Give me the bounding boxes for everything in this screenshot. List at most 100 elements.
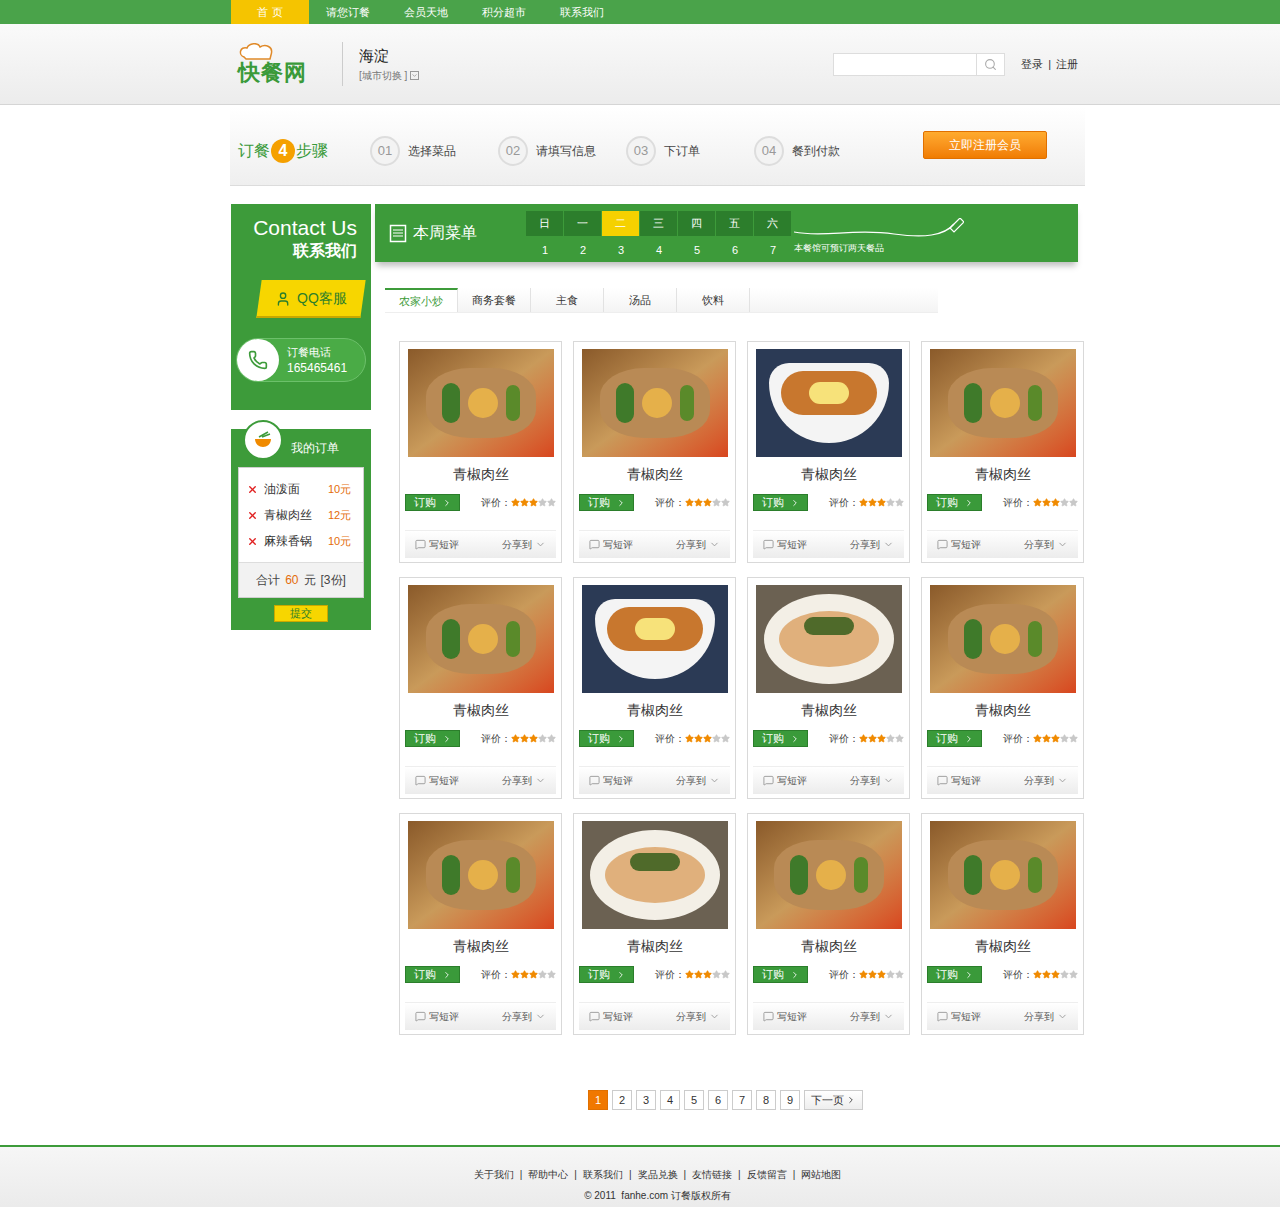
share-link[interactable]: 分享到: [1024, 773, 1068, 788]
page-button[interactable]: 7: [732, 1090, 752, 1110]
share-link[interactable]: 分享到: [502, 537, 546, 552]
nav-item[interactable]: 首 页: [231, 0, 309, 24]
footer-link[interactable]: 联系我们: [583, 1167, 623, 1182]
search-input[interactable]: [834, 54, 976, 75]
page-button[interactable]: 5: [684, 1090, 704, 1110]
category-tab[interactable]: 农家小炒: [385, 288, 458, 312]
order-button[interactable]: 订购: [753, 966, 808, 983]
nav-item[interactable]: 联系我们: [543, 0, 621, 24]
page-button[interactable]: 2: [612, 1090, 632, 1110]
share-link[interactable]: 分享到: [676, 1009, 720, 1024]
dish-name[interactable]: 青椒肉丝: [922, 701, 1083, 719]
day-tab[interactable]: 五6: [716, 211, 754, 259]
review-link[interactable]: 写短评: [415, 537, 459, 552]
day-tab[interactable]: 日1: [526, 211, 564, 259]
remove-icon[interactable]: [247, 484, 258, 495]
review-link[interactable]: 写短评: [937, 1009, 981, 1024]
logo[interactable]: 快餐网: [238, 43, 328, 85]
review-link[interactable]: 写短评: [415, 773, 459, 788]
page-button[interactable]: 9: [780, 1090, 800, 1110]
footer-link[interactable]: 友情链接: [692, 1167, 732, 1182]
order-button[interactable]: 订购: [579, 494, 634, 511]
submit-button[interactable]: 提交: [274, 605, 328, 622]
review-link[interactable]: 写短评: [415, 1009, 459, 1024]
register-member-button[interactable]: 立即注册会员: [923, 131, 1047, 159]
next-page-button[interactable]: 下一页: [804, 1090, 863, 1110]
review-link[interactable]: 写短评: [763, 1009, 807, 1024]
dish-name[interactable]: 青椒肉丝: [400, 701, 561, 719]
day-tab[interactable]: 一2: [564, 211, 602, 259]
order-button[interactable]: 订购: [927, 494, 982, 511]
city-selector[interactable]: 海淀[城市切换 ]: [359, 45, 419, 83]
dish-name[interactable]: 青椒肉丝: [922, 937, 1083, 955]
dish-name[interactable]: 青椒肉丝: [922, 465, 1083, 483]
page-button[interactable]: 3: [636, 1090, 656, 1110]
search-icon[interactable]: [984, 58, 997, 71]
qq-service-button[interactable]: QQ客服: [275, 288, 347, 309]
order-button[interactable]: 订购: [405, 966, 460, 983]
share-link[interactable]: 分享到: [850, 1009, 894, 1024]
dish-name[interactable]: 青椒肉丝: [574, 937, 735, 955]
remove-icon[interactable]: [247, 536, 258, 547]
order-button[interactable]: 订购: [753, 494, 808, 511]
star-icon: [712, 734, 721, 743]
day-tab[interactable]: 二3: [602, 211, 640, 259]
order-button[interactable]: 订购: [753, 730, 808, 747]
page-button[interactable]: 8: [756, 1090, 776, 1110]
day-tab[interactable]: 四5: [678, 211, 716, 259]
dish-name[interactable]: 青椒肉丝: [574, 701, 735, 719]
review-link[interactable]: 写短评: [937, 773, 981, 788]
category-tab[interactable]: 汤品: [604, 288, 677, 312]
share-link[interactable]: 分享到: [850, 537, 894, 552]
category-tab[interactable]: 饮料: [677, 288, 750, 312]
dish-name[interactable]: 青椒肉丝: [748, 465, 909, 483]
page-button[interactable]: 4: [660, 1090, 680, 1110]
order-button[interactable]: 订购: [579, 730, 634, 747]
footer-link[interactable]: 网站地图: [801, 1167, 841, 1182]
step: 02请填写信息: [498, 136, 626, 166]
star-icon: [1051, 734, 1060, 743]
order-button[interactable]: 订购: [405, 730, 460, 747]
footer-link[interactable]: 关于我们: [474, 1167, 514, 1182]
share-link[interactable]: 分享到: [1024, 1009, 1068, 1024]
category-tab[interactable]: 主食: [531, 288, 604, 312]
footer-link[interactable]: 帮助中心: [528, 1167, 568, 1182]
nav-item[interactable]: 会员天地: [387, 0, 465, 24]
dish-name[interactable]: 青椒肉丝: [748, 701, 909, 719]
share-link[interactable]: 分享到: [502, 1009, 546, 1024]
share-link[interactable]: 分享到: [502, 773, 546, 788]
day-tab[interactable]: 三4: [640, 211, 678, 259]
share-link[interactable]: 分享到: [676, 773, 720, 788]
rating: 评价：: [481, 495, 556, 510]
page-button[interactable]: 6: [708, 1090, 728, 1110]
order-button[interactable]: 订购: [405, 494, 460, 511]
nav-item[interactable]: 请您订餐: [309, 0, 387, 24]
dish-name[interactable]: 青椒肉丝: [748, 937, 909, 955]
order-button[interactable]: 订购: [579, 966, 634, 983]
share-link[interactable]: 分享到: [850, 773, 894, 788]
review-link[interactable]: 写短评: [763, 773, 807, 788]
nav-item[interactable]: 积分超市: [465, 0, 543, 24]
dish-name[interactable]: 青椒肉丝: [400, 465, 561, 483]
day-tab[interactable]: 六7: [754, 211, 792, 259]
review-link[interactable]: 写短评: [937, 537, 981, 552]
review-link[interactable]: 写短评: [589, 1009, 633, 1024]
order-button[interactable]: 订购: [927, 730, 982, 747]
remove-icon[interactable]: [247, 510, 258, 521]
login-link[interactable]: 登录: [1021, 56, 1043, 73]
dish-name[interactable]: 青椒肉丝: [574, 465, 735, 483]
category-tab[interactable]: 商务套餐: [458, 288, 531, 312]
footer-link[interactable]: 反馈留言: [747, 1167, 787, 1182]
top-nav: 首 页请您订餐会员天地积分超市联系我们: [0, 0, 1280, 24]
register-link[interactable]: 注册: [1056, 56, 1078, 73]
dish-name[interactable]: 青椒肉丝: [400, 937, 561, 955]
share-link[interactable]: 分享到: [1024, 537, 1068, 552]
share-link[interactable]: 分享到: [676, 537, 720, 552]
order-button[interactable]: 订购: [927, 966, 982, 983]
review-link[interactable]: 写短评: [763, 537, 807, 552]
review-link[interactable]: 写短评: [589, 773, 633, 788]
search-box[interactable]: [833, 53, 1005, 76]
review-link[interactable]: 写短评: [589, 537, 633, 552]
page-button[interactable]: 1: [588, 1090, 608, 1110]
footer-link[interactable]: 奖品兑换: [638, 1167, 678, 1182]
